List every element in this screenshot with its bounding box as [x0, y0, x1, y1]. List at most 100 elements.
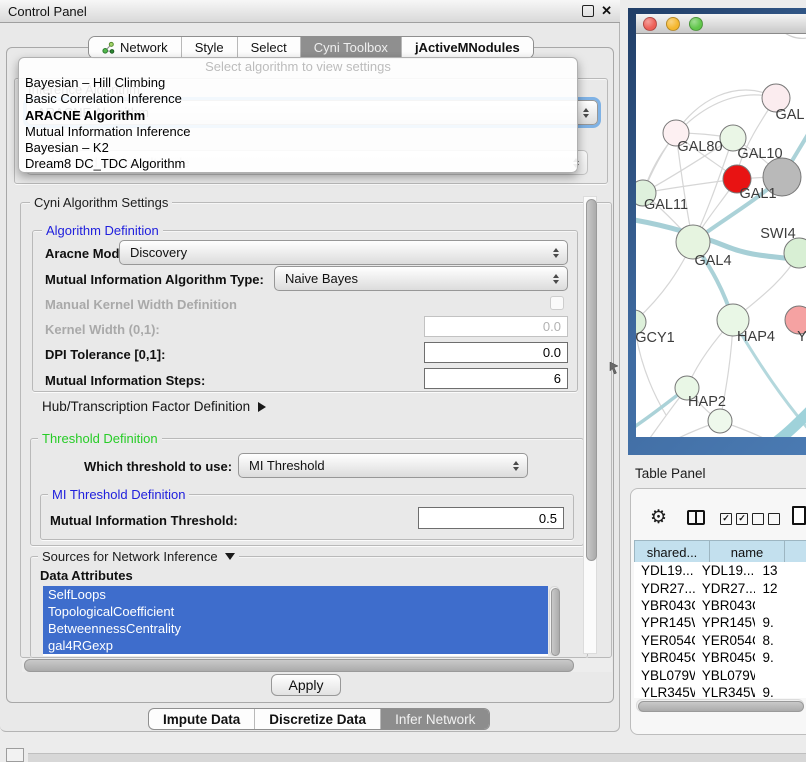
expand-right-icon[interactable]: [258, 402, 266, 412]
table-cell: 9.: [755, 650, 806, 665]
algorithm-option-aracne-algorithm[interactable]: ARACNE Algorithm: [19, 108, 577, 124]
algorithm-option-bayesian-hill-climbing[interactable]: Bayesian – Hill Climbing: [19, 75, 577, 91]
tab-label: Network: [120, 40, 168, 55]
apply-button[interactable]: Apply: [271, 674, 341, 696]
algorithm-popup-prompt: Select algorithm to view settings: [19, 58, 577, 75]
table-row[interactable]: YBR043CYBR043C: [634, 597, 806, 614]
network-canvas[interactable]: GALGAL80GAL10GAL1GAL11SWI4GAL4GCY1HAP4YH…: [636, 34, 806, 437]
new-table-icon[interactable]: [792, 506, 806, 525]
data-attributes-label: Data Attributes: [40, 568, 133, 583]
table-cell: YER054C: [695, 633, 756, 648]
close-traffic-light-icon[interactable]: [643, 17, 657, 31]
collapse-down-icon[interactable]: [225, 553, 235, 560]
table-row[interactable]: YBR045CYBR045C9.: [634, 649, 806, 666]
table-settings-gear-icon[interactable]: ⚙: [650, 508, 667, 527]
sources-group-title-row[interactable]: Sources for Network Inference: [38, 549, 239, 564]
kernel-width-field[interactable]: 0.0: [424, 316, 568, 337]
network-node-label: SWI4: [760, 226, 795, 242]
tab-select[interactable]: Select: [238, 37, 301, 58]
bottom-status-strip: [28, 753, 806, 762]
split-columns-icon[interactable]: [687, 510, 705, 525]
screen: Control Panel ✕ Network Style Select Cyni T…: [0, 0, 806, 762]
attribute-item-gal4rgexp[interactable]: gal4RGexp: [43, 637, 548, 654]
table-cell: YDR27...: [695, 581, 756, 596]
network-node-label: GAL80: [677, 139, 722, 155]
control-panel-tab-bar: Network Style Select Cyni Toolbox jActiveMNo…: [88, 36, 534, 59]
network-node-label: Y: [797, 329, 806, 345]
network-node[interactable]: [708, 409, 732, 433]
network-node-label: HAP2: [688, 394, 726, 410]
table-cell: 12: [755, 581, 806, 596]
table-body: YDL19...YDL19...13YDR27...YDR27...12YBR0…: [634, 562, 806, 698]
table-horizontal-scrollbar[interactable]: [636, 699, 804, 712]
mi-threshold-group-title: MI Threshold Definition: [48, 487, 189, 502]
hub-definition-label: Hub/Transcription Factor Definition: [42, 399, 250, 414]
float-window-icon[interactable]: [582, 5, 594, 17]
table-row[interactable]: YER054CYER054C8.: [634, 632, 806, 649]
settings-vertical-scrollbar[interactable]: [583, 196, 597, 654]
table-row[interactable]: YDL19...YDL19...13: [634, 562, 806, 579]
aracne-mode-value: Discovery: [130, 245, 187, 260]
table-cell: YBL079W: [634, 668, 695, 683]
network-edge: [772, 409, 806, 437]
tab-cyni-toolbox[interactable]: Cyni Toolbox: [301, 37, 402, 58]
table-row[interactable]: YDR27...YDR27...12: [634, 579, 806, 596]
tab-jactivemnodules[interactable]: jActiveMNodules: [402, 37, 533, 58]
which-threshold-combo[interactable]: MI Threshold: [238, 453, 528, 478]
control-panel-titlebar[interactable]: Control Panel ✕: [0, 0, 620, 23]
settings-horizontal-scrollbar[interactable]: [22, 658, 612, 672]
table-row[interactable]: YLR345WYLR345W9.: [634, 684, 806, 698]
dpi-tolerance-field[interactable]: 0.0: [424, 342, 568, 363]
network-edge: [774, 34, 806, 38]
column-header-name[interactable]: name: [709, 540, 784, 564]
network-icon: [102, 41, 115, 54]
close-icon[interactable]: ✕: [601, 6, 612, 16]
algorithm-option-bayesian-k2[interactable]: Bayesian – K2: [19, 140, 577, 156]
dpi-tolerance-label: DPI Tolerance [0,1]:: [45, 347, 165, 362]
manual-kernel-checkbox[interactable]: [550, 296, 564, 310]
tab-label: Select: [251, 40, 287, 55]
column-header-shared[interactable]: shared...: [634, 540, 709, 564]
aracne-mode-combo[interactable]: Discovery: [119, 240, 568, 265]
combo-arrows-icon: [583, 108, 589, 118]
tab-style[interactable]: Style: [182, 37, 238, 58]
mi-threshold-label: Mutual Information Threshold:: [50, 513, 238, 528]
attribute-item-topologicalcoefficient[interactable]: TopologicalCoefficient: [43, 603, 548, 620]
bottom-tab-impute-data[interactable]: Impute Data: [149, 709, 255, 729]
network-node-label: GCY1: [636, 330, 675, 346]
table-row[interactable]: YPR145WYPR145W9.: [634, 614, 806, 631]
algorithm-popup-list: Bayesian – Hill ClimbingBasic Correlatio…: [19, 75, 577, 173]
mouse-cursor: [609, 362, 621, 375]
hub-definition-expander[interactable]: Hub/Transcription Factor Definition: [42, 399, 266, 414]
attribute-item-selfloops[interactable]: SelfLoops: [43, 586, 548, 603]
cyni-settings-title: Cyni Algorithm Settings: [30, 195, 172, 210]
table-cell: YBR045C: [634, 650, 695, 665]
table-cell: YBL079W: [695, 668, 756, 683]
attribute-item-betweennesscentrality[interactable]: BetweennessCentrality: [43, 620, 548, 637]
select-all-columns-icon[interactable]: ✓✓: [720, 513, 748, 525]
algorithm-definition-title: Algorithm Definition: [42, 223, 163, 238]
network-node[interactable]: [784, 238, 806, 268]
algorithm-option-basic-correlation-inference[interactable]: Basic Correlation Inference: [19, 91, 577, 107]
algorithm-option-dream8-dc-tdc-algorithm[interactable]: Dream8 DC_TDC Algorithm: [19, 156, 577, 172]
zoom-traffic-light-icon[interactable]: [689, 17, 703, 31]
bottom-tab-infer-network[interactable]: Infer Network: [381, 709, 489, 729]
tab-label: Cyni Toolbox: [314, 40, 388, 55]
unselect-all-columns-icon[interactable]: [752, 513, 780, 525]
network-window-titlebar[interactable]: [636, 14, 806, 34]
column-header-a[interactable]: A: [784, 540, 806, 564]
table-cell: YPR145W: [634, 615, 695, 630]
algorithm-option-mutual-information-inference[interactable]: Mutual Information Inference: [19, 124, 577, 140]
minimize-traffic-light-icon[interactable]: [666, 17, 680, 31]
collapsed-panel-button[interactable]: [6, 748, 24, 762]
attributes-scrollbar[interactable]: [549, 586, 560, 656]
mi-steps-field[interactable]: 6: [424, 368, 568, 389]
table-row[interactable]: YBL079WYBL079W: [634, 666, 806, 683]
bottom-tab-discretize-data[interactable]: Discretize Data: [255, 709, 381, 729]
tab-network[interactable]: Network: [89, 37, 182, 58]
network-node-label: GAL4: [694, 253, 731, 269]
which-threshold-value: MI Threshold: [249, 458, 325, 473]
table-cell: 9.: [755, 615, 806, 630]
mi-type-combo[interactable]: Naive Bayes: [274, 266, 568, 291]
mi-threshold-field[interactable]: 0.5: [418, 507, 564, 529]
